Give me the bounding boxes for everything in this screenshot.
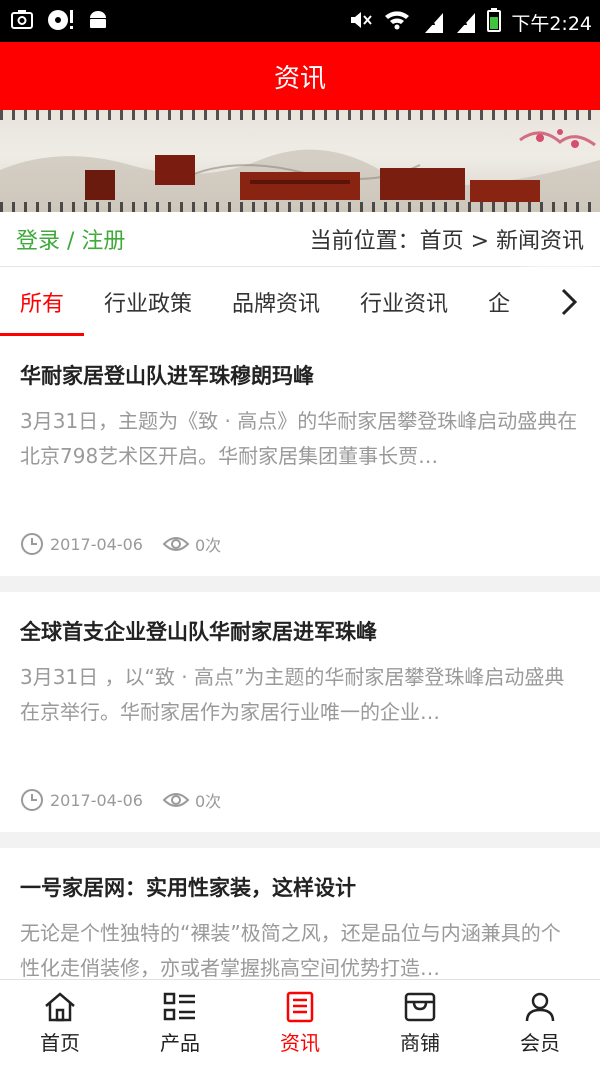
breadcrumb: 当前位置：首页 > 新闻资讯 <box>309 229 584 254</box>
clock-icon <box>21 789 43 811</box>
signal-label-1: 1 <box>427 13 436 28</box>
news-meta: 2017-04-06 0次 <box>20 512 580 576</box>
nav-products[interactable]: 产品 <box>120 980 240 1067</box>
news-views: 0次 <box>194 536 222 555</box>
eye-icon <box>162 537 189 551</box>
tab-all[interactable]: 所有 <box>0 267 85 337</box>
signal-icon-2: 1 <box>455 11 477 35</box>
page-title: 资讯 <box>273 63 326 94</box>
furniture-illustration <box>0 129 600 212</box>
tab-brand-news[interactable]: 品牌资讯 <box>212 267 340 337</box>
nav-home-label: 首页 <box>40 1031 80 1055</box>
bottom-nav: 首页 产品 资讯 商铺 会员 <box>0 979 600 1067</box>
disc-alert-icon <box>46 6 74 34</box>
tab-enterprise[interactable]: 企 <box>468 267 530 337</box>
user-icon <box>525 992 555 1022</box>
product-list-icon <box>163 992 195 1021</box>
news-item[interactable]: 华耐家居登山队进军珠穆朗玛峰 3月31日，主题为《致 · 高点》的华耐家居攀登珠… <box>0 336 600 576</box>
clock-text: 下午2:24 <box>511 13 592 35</box>
android-icon <box>84 6 112 34</box>
eye-icon <box>162 793 189 807</box>
nav-store-label: 商铺 <box>400 1031 440 1055</box>
banner-bottom-lattice <box>0 202 600 212</box>
category-tabs: 所有 行业政策 品牌资讯 行业资讯 企 <box>0 266 600 337</box>
tab-industry-news[interactable]: 行业资讯 <box>340 267 468 337</box>
news-list: 华耐家居登山队进军珠穆朗玛峰 3月31日，主题为《致 · 高点》的华耐家居攀登珠… <box>0 336 600 1040</box>
battery-icon <box>487 8 502 37</box>
nav-home[interactable]: 首页 <box>0 980 120 1067</box>
news-item[interactable]: 全球首支企业登山队华耐家居进军珠峰 3月31日 ，以“致 · 高点”为主题的华耐… <box>0 592 600 832</box>
news-icon <box>286 991 314 1023</box>
banner-image <box>0 110 600 212</box>
status-bar: 1 1 下午2:24 <box>0 0 600 42</box>
page-header: 资讯 <box>0 42 600 110</box>
tab-industry-policy[interactable]: 行业政策 <box>84 267 212 337</box>
home-icon <box>45 992 75 1022</box>
news-meta: 2017-04-06 0次 <box>20 768 580 832</box>
mute-icon <box>349 9 373 36</box>
news-summary: 3月31日 ，以“致 · 高点”为主题的华耐家居攀登珠峰启动盛典在京举行。华耐家… <box>20 665 565 724</box>
chevron-right-icon <box>561 288 578 316</box>
breadcrumb-row: 登录 / 注册 当前位置：首页 > 新闻资讯 <box>0 212 600 266</box>
nav-member[interactable]: 会员 <box>480 980 600 1067</box>
login-register-link[interactable]: 登录 / 注册 <box>16 223 125 255</box>
signal-icon-1: 1 <box>423 11 445 35</box>
news-date: 2017-04-06 <box>50 790 143 810</box>
news-summary: 3月31日，主题为《致 · 高点》的华耐家居攀登珠峰启动盛典在北京798艺术区开… <box>20 409 578 468</box>
nav-member-label: 会员 <box>520 1031 560 1055</box>
news-date: 2017-04-06 <box>50 534 143 554</box>
news-views: 0次 <box>194 792 222 811</box>
clock-icon <box>21 533 43 555</box>
news-title[interactable]: 华耐家居登山队进军珠穆朗玛峰 <box>20 336 580 404</box>
store-icon <box>404 992 436 1022</box>
nav-store[interactable]: 商铺 <box>360 980 480 1067</box>
wifi-icon <box>383 8 413 37</box>
nav-news[interactable]: 资讯 <box>240 980 360 1067</box>
nav-news-label: 资讯 <box>280 1031 320 1055</box>
nav-products-label: 产品 <box>160 1031 200 1055</box>
news-title[interactable]: 全球首支企业登山队华耐家居进军珠峰 <box>20 592 580 660</box>
tabs-scroll-right-button[interactable] <box>538 267 600 337</box>
news-title[interactable]: 一号家居网：实用性家装，这样设计 <box>20 848 580 916</box>
signal-label-2: 1 <box>459 13 468 28</box>
screenshot-icon <box>8 6 36 34</box>
